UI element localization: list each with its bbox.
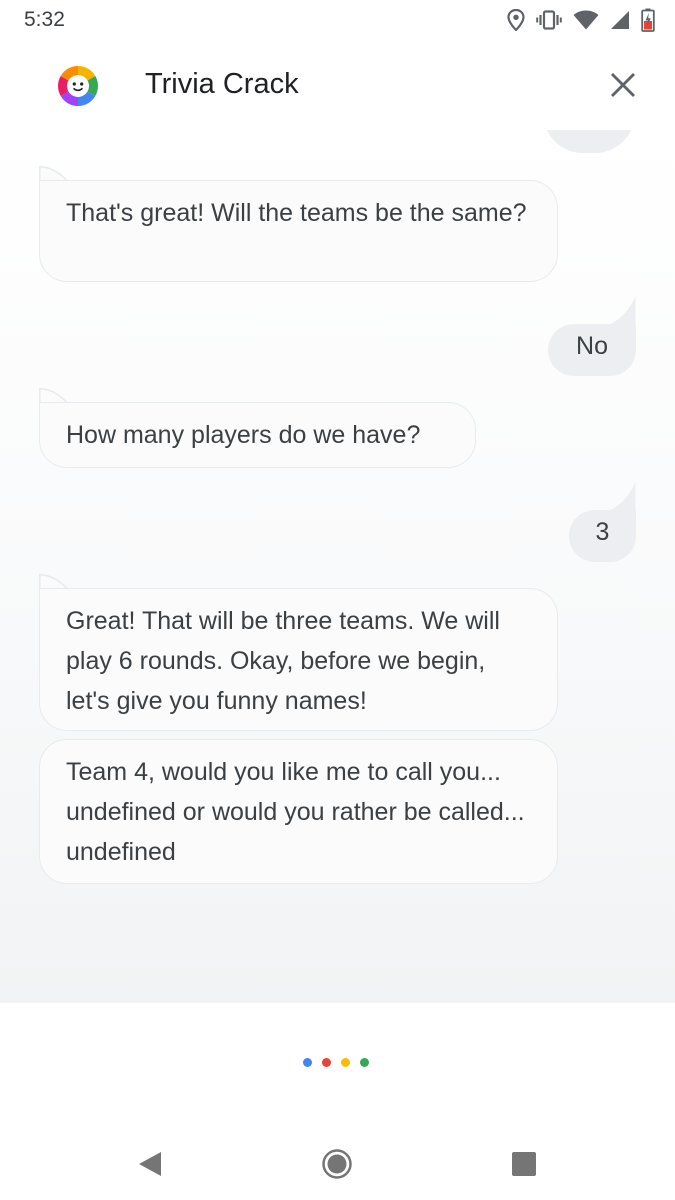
- status-time: 5:32: [24, 8, 65, 31]
- wifi-icon: [573, 10, 599, 30]
- message-text: No: [576, 332, 608, 360]
- message-text: That's great! Will the teams be the same…: [66, 199, 527, 227]
- bubble-tail: [605, 296, 636, 326]
- message-text: Team 4, would you like me to call you...…: [66, 758, 525, 866]
- navigation-bar: [0, 1130, 675, 1200]
- trivia-crack-logo-icon: [58, 66, 98, 106]
- app-header: Trivia Crack: [0, 42, 675, 130]
- user-message: 3: [569, 510, 636, 562]
- location-icon: [507, 9, 525, 31]
- recents-button[interactable]: [504, 1144, 544, 1184]
- assistant-dot-red: [322, 1058, 331, 1067]
- bot-message: Great! That will be three teams. We will…: [39, 588, 558, 731]
- message-text: 3: [595, 518, 610, 546]
- vibrate-icon: [536, 10, 562, 30]
- recents-icon: [512, 1152, 536, 1176]
- bot-message: How many players do we have?: [39, 402, 476, 468]
- message-text: Great! That will be three teams. We will…: [66, 607, 500, 715]
- bot-message: Team 4, would you like me to call you...…: [39, 739, 558, 884]
- user-message: No: [548, 324, 636, 376]
- back-icon: [139, 1152, 161, 1176]
- bubble-tail: [605, 482, 636, 512]
- home-button[interactable]: [317, 1144, 357, 1184]
- app-title: Trivia Crack: [145, 68, 299, 100]
- message-text: How many players do we have?: [66, 421, 421, 449]
- battery-icon: [641, 8, 655, 32]
- signal-icon: [610, 10, 630, 30]
- back-button[interactable]: [130, 1144, 170, 1184]
- conversation: That's great! Will the teams be the same…: [0, 130, 675, 1003]
- status-bar: 5:32: [0, 0, 675, 42]
- assistant-panel: [0, 1003, 675, 1130]
- assistant-dots-icon: [303, 1058, 369, 1067]
- screen: 5:32 Trivia Crack That's great! Will the…: [0, 0, 675, 1200]
- status-icons: [507, 7, 655, 33]
- home-icon: [322, 1149, 352, 1179]
- bot-message: That's great! Will the teams be the same…: [39, 180, 558, 282]
- close-icon: [611, 73, 635, 97]
- close-button[interactable]: [604, 66, 642, 104]
- assistant-dot-blue: [303, 1058, 312, 1067]
- assistant-dot-green: [360, 1058, 369, 1067]
- previous-user-bubble: [543, 130, 635, 153]
- assistant-dot-yellow: [341, 1058, 350, 1067]
